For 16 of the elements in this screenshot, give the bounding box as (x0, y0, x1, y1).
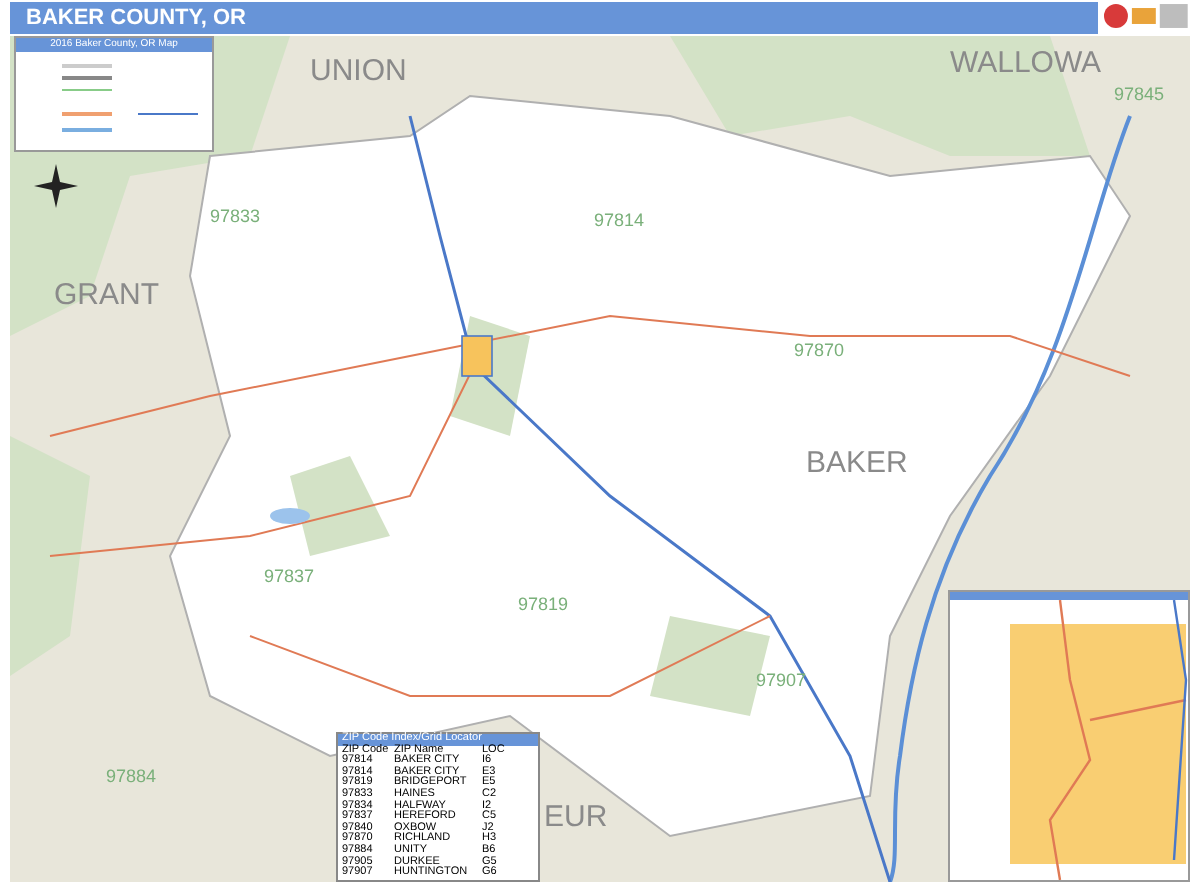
compass-icon (34, 164, 78, 208)
zip-code-label: 97870 (794, 342, 845, 360)
county-label: UNION (310, 56, 407, 86)
zip-code-label: 97884 (106, 768, 157, 786)
zip-code-label: 97833 (210, 208, 261, 226)
zip-code-label: 97907 (756, 672, 807, 690)
zip-code-label: 97837 (264, 568, 315, 586)
county-label: WALLOWA (950, 48, 1102, 78)
zip-code-label: 97819 (518, 596, 569, 614)
map-title: BAKER COUNTY, OR (26, 7, 247, 29)
county-label: BAKER (806, 448, 908, 478)
zip-code-label: 97845 (1114, 86, 1165, 104)
logo-icon (1102, 0, 1190, 32)
zip-code-label: 97814 (594, 212, 645, 230)
county-label: GRANT (54, 280, 159, 310)
county-label: EUR (544, 802, 608, 832)
